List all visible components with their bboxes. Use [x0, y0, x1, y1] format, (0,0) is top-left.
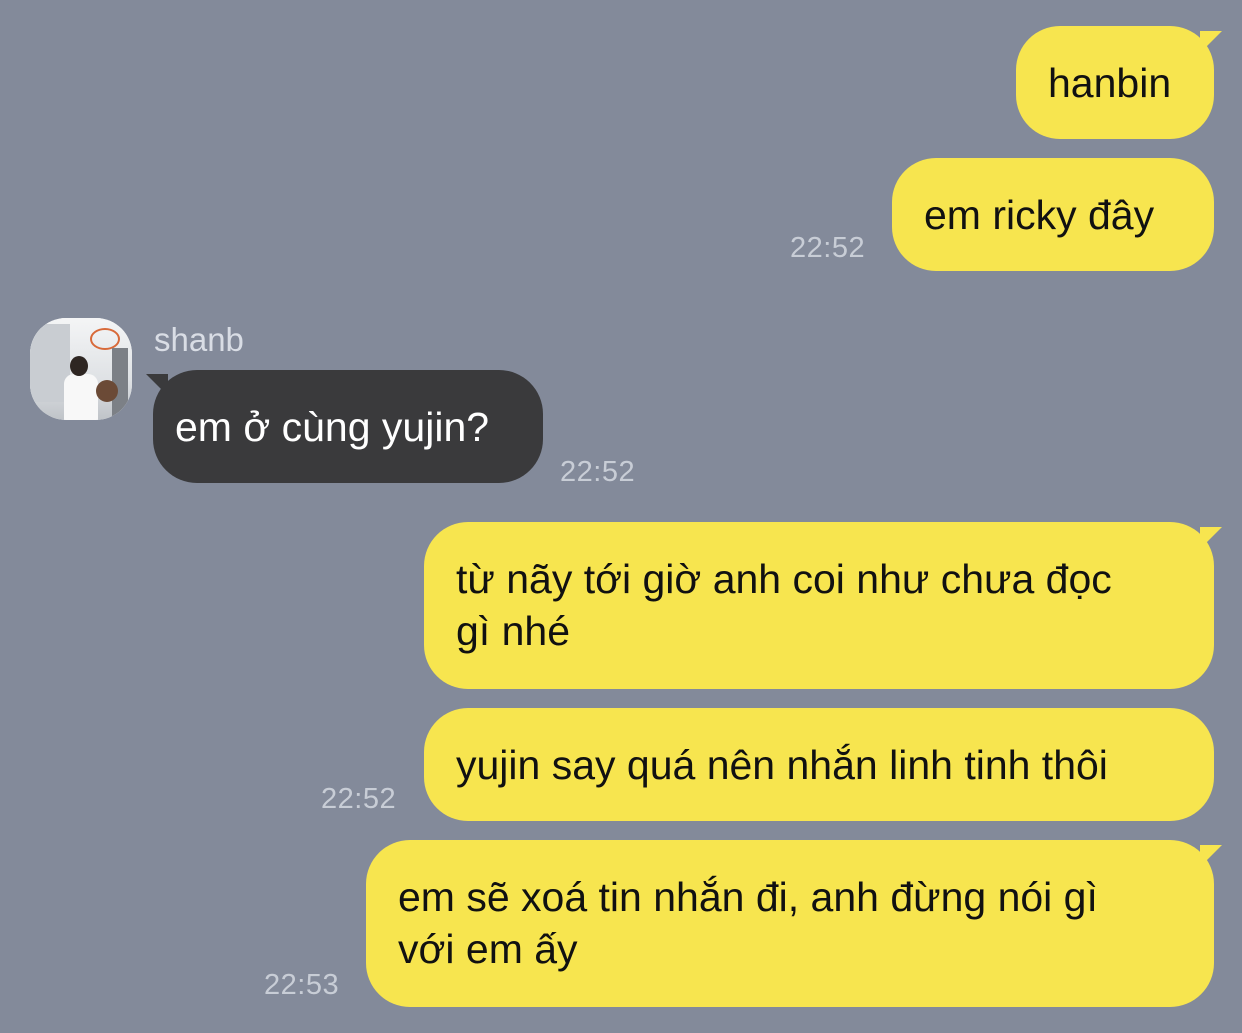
message-text: yujin say quá nên nhắn linh tinh thôi [456, 742, 1108, 788]
outgoing-message-bubble[interactable]: từ nãy tới giờ anh coi như chưa đọc gì n… [424, 522, 1214, 689]
message-text: hanbin [1048, 60, 1172, 106]
avatar-photo-head [70, 356, 88, 376]
message-text-line: từ nãy tới giờ anh coi như chưa đọc [456, 556, 1112, 602]
chat-window: hanbin em ricky đây 22:52 shanb em ở cùn… [0, 0, 1242, 1033]
message-timestamp: 22:53 [264, 969, 340, 1001]
message-text: em ricky đây [924, 192, 1155, 238]
avatar-photo-ball [96, 380, 118, 402]
bubble-tail [1200, 527, 1222, 549]
message-text-line: với em ấy [398, 926, 578, 972]
outgoing-message-bubble[interactable]: hanbin [1016, 26, 1214, 139]
message-timestamp: 22:52 [560, 456, 636, 488]
bubble-tail [1200, 845, 1222, 867]
message-text: em ở cùng yujin? [175, 404, 490, 450]
message-text-line: gì nhé [456, 608, 570, 654]
bubble-tail [1200, 31, 1222, 53]
avatar-photo-hoop [90, 328, 120, 350]
outgoing-message-bubble[interactable]: em ricky đây [892, 158, 1214, 271]
contact-avatar[interactable] [30, 318, 132, 420]
incoming-message-bubble[interactable]: em ở cùng yujin? [153, 370, 543, 483]
message-timestamp: 22:52 [321, 783, 397, 815]
sender-name: shanb [154, 321, 244, 358]
outgoing-message-bubble[interactable]: em sẽ xoá tin nhắn đi, anh đừng nói gì v… [366, 840, 1214, 1007]
avatar-photo-person [64, 374, 98, 420]
bubble-tail [146, 374, 168, 396]
message-timestamp: 22:52 [790, 232, 866, 264]
outgoing-message-bubble[interactable]: yujin say quá nên nhắn linh tinh thôi [424, 708, 1214, 821]
message-text-line: em sẽ xoá tin nhắn đi, anh đừng nói gì [398, 874, 1098, 920]
